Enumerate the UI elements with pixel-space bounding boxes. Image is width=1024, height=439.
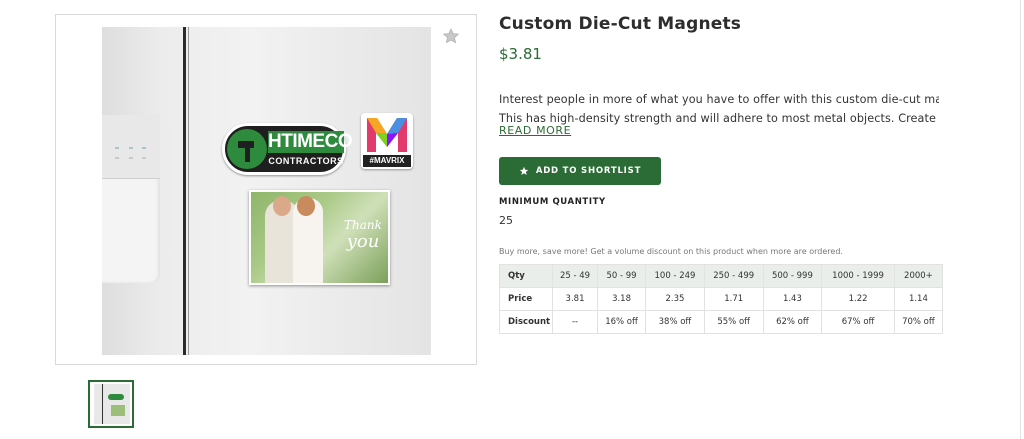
table-cell: Price	[498, 287, 554, 311]
table-cell: 67% off	[821, 310, 895, 334]
table-header-cell: Qty	[498, 264, 554, 288]
add-to-shortlist-button[interactable]: ADD TO SHORTLIST	[499, 157, 661, 185]
table-cell: 3.81	[552, 287, 598, 311]
table-row: Discount -- 16% off 38% off 55% off 62% …	[498, 310, 944, 334]
table-header-cell: 25 - 49	[552, 264, 598, 288]
description-line: Interest people in more of what you have…	[499, 93, 939, 106]
star-icon	[519, 166, 528, 175]
table-cell: 16% off	[596, 310, 647, 334]
table-cell: 1.22	[821, 287, 895, 311]
minimum-quantity-label: MINIMUM QUANTITY	[499, 197, 606, 207]
product-price: $3.81	[499, 45, 542, 63]
table-cell: 3.18	[596, 287, 647, 311]
table-header-row: Qty 25 - 49 50 - 99 100 - 249 250 - 499 …	[498, 264, 944, 288]
product-title: Custom Die-Cut Magnets	[499, 14, 742, 34]
table-cell: 1.71	[703, 287, 764, 311]
add-to-shortlist-label: ADD TO SHORTLIST	[535, 166, 642, 176]
table-cell: 1.43	[762, 287, 823, 311]
table-cell: Discount	[498, 310, 554, 334]
hammer-icon	[227, 129, 267, 169]
mavrix-logo-magnet: #MAVRIX	[361, 113, 413, 169]
minimum-quantity-value: 25	[499, 214, 513, 227]
table-row: Price 3.81 3.18 2.35 1.71 1.43 1.22 1.14	[498, 287, 944, 311]
table-cell: 62% off	[762, 310, 823, 334]
product-image[interactable]: HTIMECO CONTRACTORS #MAVRIX Thank you	[55, 14, 477, 365]
table-header-cell: 250 - 499	[703, 264, 764, 288]
table-cell: 38% off	[645, 310, 705, 334]
fridge-dispenser	[102, 115, 160, 283]
table-header-cell: 1000 - 1999	[821, 264, 895, 288]
table-cell: 70% off	[893, 310, 944, 334]
mavrix-m-logo	[367, 118, 407, 152]
product-thumbnail[interactable]	[88, 380, 134, 428]
table-cell: 2.35	[645, 287, 705, 311]
pricing-table: Qty 25 - 49 50 - 99 100 - 249 250 - 499 …	[498, 264, 944, 334]
fridge-photo: HTIMECO CONTRACTORS #MAVRIX Thank you	[102, 27, 431, 355]
thank-you-photo-magnet: Thank you	[249, 190, 390, 285]
table-header-cell: 2000+	[893, 264, 944, 288]
contractor-logo-magnet: HTIMECO CONTRACTORS	[222, 123, 353, 175]
page-divider	[1020, 0, 1021, 439]
table-header-cell: 50 - 99	[596, 264, 647, 288]
table-header-cell: 100 - 249	[645, 264, 705, 288]
table-cell: 1.14	[893, 287, 944, 311]
table-cell: --	[552, 310, 598, 334]
table-header-cell: 500 - 999	[762, 264, 823, 288]
read-more-link[interactable]: READ MORE	[499, 124, 571, 137]
star-outline-icon[interactable]	[442, 27, 460, 45]
volume-discount-note: Buy more, save more! Get a volume discou…	[499, 247, 843, 256]
product-description: Interest people in more of what you have…	[499, 90, 939, 128]
table-cell: 55% off	[703, 310, 764, 334]
